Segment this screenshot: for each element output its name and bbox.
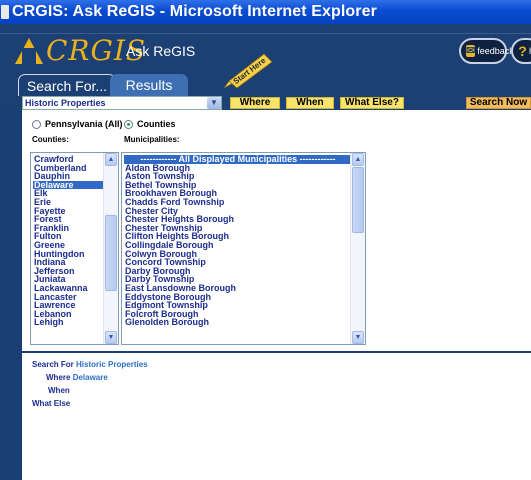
tab-search-for-label: Search For...	[26, 77, 108, 94]
summary-search-for-value: Historic Properties	[76, 360, 148, 369]
start-here-sign: Start Here	[223, 53, 273, 89]
tab-results-label: Results	[125, 77, 173, 93]
summary-where: Where Delaware	[46, 373, 108, 382]
window-title-bar[interactable]: CRGIS: Ask ReGIS - Microsoft Internet Ex…	[0, 0, 531, 24]
radio-button[interactable]	[32, 119, 41, 129]
counties-scrollbar[interactable]: ▲ ▼	[103, 153, 118, 344]
scroll-down-icon[interactable]: ▼	[105, 331, 117, 344]
scroll-up-icon[interactable]: ▲	[105, 153, 117, 166]
scroll-up-icon[interactable]: ▲	[352, 153, 364, 166]
summary-when-label: When	[48, 386, 70, 395]
radio-button-selected[interactable]	[124, 119, 133, 129]
where-button[interactable]: Where	[230, 97, 280, 109]
chevron-down-icon[interactable]: ▼	[207, 97, 221, 109]
search-now-button[interactable]: Search Now	[466, 97, 531, 109]
where-button-label: Where	[239, 97, 271, 108]
counties-heading: Counties:	[32, 135, 69, 144]
municipalities-heading: Municipalities:	[124, 135, 180, 144]
radio-counties[interactable]: Counties	[124, 119, 176, 129]
municipalities-listbox[interactable]: ------------ All Displayed Municipalitie…	[121, 152, 366, 345]
summary-what-else: What Else	[32, 399, 70, 408]
scroll-thumb[interactable]	[352, 167, 364, 233]
summary-search-for-label: Search For	[32, 360, 74, 369]
radio-counties-label: Counties	[137, 119, 176, 129]
search-panel: Pennsylvania (All) Counties Counties: Mu…	[22, 110, 531, 350]
feedback-label: feedback	[477, 46, 514, 56]
feedback-button[interactable]: ✉ feedback	[459, 38, 514, 64]
municipality-list-item[interactable]: Glenolden Borough	[124, 318, 351, 327]
divider	[22, 351, 531, 353]
window-title: CRGIS: Ask ReGIS - Microsoft Internet Ex…	[12, 3, 377, 20]
radio-pennsylvania-all[interactable]: Pennsylvania (All)	[32, 119, 123, 129]
start-here-text: Start Here	[232, 56, 268, 87]
municipalities-scrollbar[interactable]: ▲ ▼	[350, 153, 365, 344]
counties-listbox[interactable]: Crawford Cumberland Dauphin Delaware Elk Erie…	[30, 152, 119, 345]
summary-search-for: Search For Historic Properties	[32, 360, 148, 369]
help-button[interactable]: ? he	[511, 38, 531, 64]
when-button[interactable]: When	[286, 97, 334, 109]
summary-what-else-label: What Else	[32, 399, 71, 408]
scroll-down-icon[interactable]: ▼	[352, 331, 364, 344]
topic-select[interactable]: Historic Properties	[22, 96, 222, 110]
what-else-button-label: What Else?	[345, 97, 399, 108]
tab-results[interactable]: Results	[110, 74, 188, 96]
search-summary: Search For Historic Properties Where Del…	[22, 350, 531, 480]
when-button-label: When	[296, 97, 324, 108]
radio-pennsylvania-label: Pennsylvania (All)	[45, 119, 123, 129]
ie-app-icon	[1, 5, 9, 19]
counties-items: Crawford Cumberland Dauphin Delaware Elk Erie…	[33, 155, 104, 327]
county-list-item[interactable]: Lehigh	[33, 318, 104, 327]
summary-where-value: Delaware	[72, 373, 108, 382]
scroll-thumb[interactable]	[105, 215, 117, 291]
logo-icon-cutout	[22, 48, 36, 64]
help-icon: ?	[518, 43, 527, 59]
tab-search-for[interactable]: Search For...	[18, 74, 116, 96]
summary-when: When	[48, 386, 70, 395]
search-now-button-label: Search Now	[469, 97, 528, 108]
app-subtitle: Ask ReGIS	[126, 43, 196, 59]
feedback-icon: ✉	[466, 45, 476, 57]
what-else-button[interactable]: What Else?	[340, 97, 404, 109]
municipalities-items: ------------ All Displayed Municipalitie…	[124, 155, 351, 327]
summary-where-label: Where	[46, 373, 71, 382]
topic-select-value: Historic Properties	[25, 98, 106, 108]
